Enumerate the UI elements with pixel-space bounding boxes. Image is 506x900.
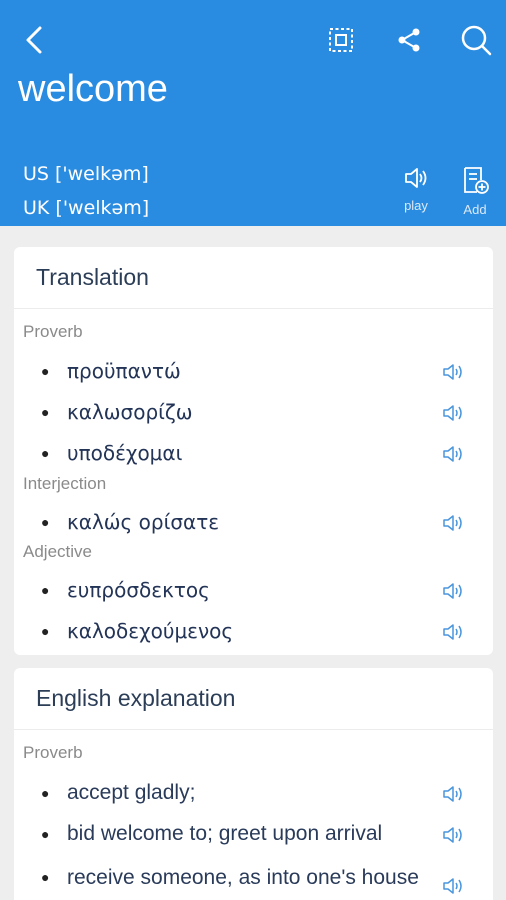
speaker-icon[interactable]: [442, 824, 464, 846]
share-icon: [398, 28, 420, 52]
speaker-icon: [405, 168, 427, 188]
pos-label: Proverb: [23, 322, 83, 341]
back-icon: [26, 26, 42, 54]
list-item[interactable]: ● accept gladly;: [14, 777, 493, 811]
list-item[interactable]: ● καλωσορίζω: [14, 396, 493, 430]
pos-label: Proverb: [23, 743, 83, 762]
us-phonetic: US ['welkəm]: [23, 163, 149, 185]
search-icon: [461, 25, 492, 56]
uk-phonetic: UK ['welkəm]: [23, 197, 150, 219]
add-label: Add: [463, 202, 487, 217]
list-item[interactable]: ● bid welcome to; greet upon arrival: [14, 818, 493, 852]
word-header: welcome US ['welkəm] UK ['welkəm] play A…: [0, 0, 506, 226]
play-label: play: [404, 198, 428, 213]
translation-title: Translation: [14, 247, 493, 309]
play-button[interactable]: play: [393, 166, 439, 213]
list-item[interactable]: ● ευπρόσδεκτος: [14, 574, 493, 608]
list-item[interactable]: ● καλοδεχούμενος: [14, 615, 493, 649]
speaker-icon[interactable]: [442, 361, 464, 383]
translation-text: ευπρόσδεκτος: [67, 578, 210, 602]
explanation-title: English explanation: [14, 668, 493, 730]
add-to-wordbook-button[interactable]: Add: [452, 166, 498, 217]
pos-label: Adjective: [23, 542, 92, 561]
list-item[interactable]: ● καλώς ορίσατε: [14, 506, 493, 540]
list-item[interactable]: ● προϋπαντώ: [14, 355, 493, 389]
speaker-icon[interactable]: [442, 402, 464, 424]
explanation-text: bid welcome to; greet upon arrival: [67, 822, 383, 845]
speaker-icon[interactable]: [442, 783, 464, 805]
speaker-icon[interactable]: [442, 580, 464, 602]
explanation-text: receive someone, as into one's house: [67, 866, 419, 889]
translation-text: προϋπαντώ: [67, 359, 181, 383]
translation-text: υποδέχομαι: [67, 441, 183, 465]
back-button[interactable]: [14, 22, 54, 58]
speaker-icon[interactable]: [442, 621, 464, 643]
translation-card: Translation Proverb ● προϋπαντώ ● καλωσο…: [14, 247, 493, 655]
translation-text: καλώς ορίσατε: [67, 510, 220, 534]
explanation-card: English explanation Proverb ● accept gla…: [14, 668, 493, 900]
share-button[interactable]: [392, 24, 426, 56]
explanation-text: accept gladly;: [67, 781, 196, 804]
translation-text: καλωσορίζω: [67, 400, 193, 424]
speaker-icon[interactable]: [442, 443, 464, 465]
search-button[interactable]: [456, 22, 496, 58]
pos-label: Interjection: [23, 474, 107, 493]
headword: welcome: [18, 68, 168, 110]
speaker-icon[interactable]: [442, 512, 464, 534]
add-wordbook-icon: [464, 167, 489, 194]
select-icon: [329, 28, 353, 52]
translation-text: καλοδεχούμενος: [67, 619, 234, 643]
list-item[interactable]: ● υποδέχομαι: [14, 437, 493, 471]
speaker-icon[interactable]: [442, 875, 464, 897]
list-item[interactable]: ● receive someone, as into one's house: [14, 861, 493, 900]
select-text-button[interactable]: [324, 24, 358, 56]
